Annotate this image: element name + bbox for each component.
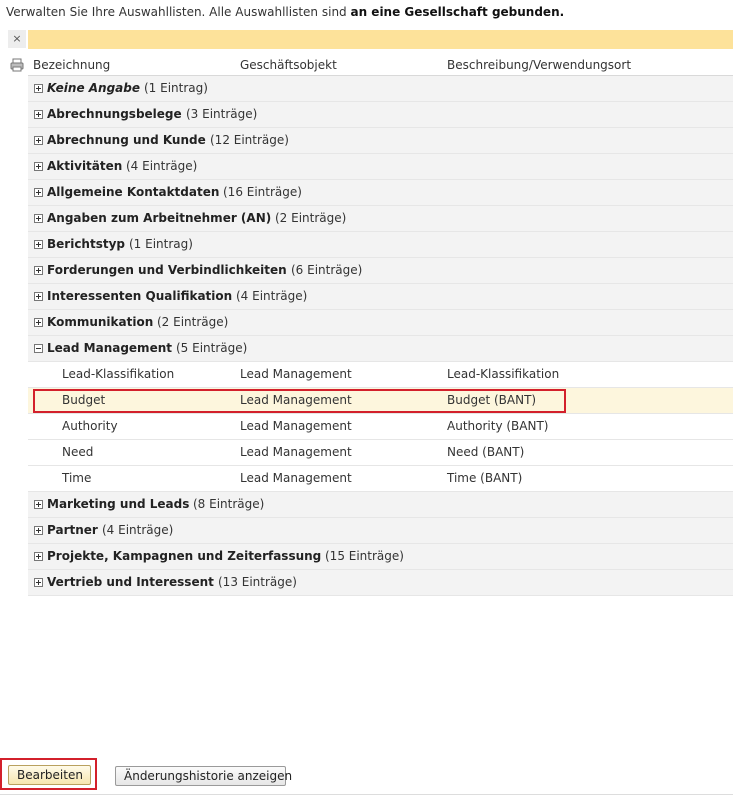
- group-name: Keine Angabe: [47, 81, 140, 95]
- table-header: Bezeichnung Geschäftsobjekt Beschreibung…: [28, 54, 733, 76]
- cell-beschreibung: Lead-Klassifikation: [447, 367, 560, 381]
- group-row[interactable]: Abrechnung und Kunde (12 Einträge): [28, 128, 733, 154]
- expand-icon[interactable]: [34, 266, 43, 275]
- group-count: (3 Einträge): [186, 107, 258, 121]
- cell-objekt: Lead Management: [240, 471, 352, 485]
- group-row[interactable]: Kommunikation (2 Einträge): [28, 310, 733, 336]
- selection-lists-table: Bezeichnung Geschäftsobjekt Beschreibung…: [28, 54, 733, 596]
- group-name: Abrechnung und Kunde: [47, 133, 206, 147]
- header-bezeichnung[interactable]: Bezeichnung: [33, 58, 110, 72]
- group-name: Aktivitäten: [47, 159, 123, 173]
- cell-objekt: Lead Management: [240, 367, 352, 381]
- group-row[interactable]: Marketing und Leads (8 Einträge): [28, 492, 733, 518]
- group-count: (1 Eintrag): [129, 237, 193, 251]
- expand-icon[interactable]: [34, 578, 43, 587]
- group-row[interactable]: Aktivitäten (4 Einträge): [28, 154, 733, 180]
- group-row[interactable]: Forderungen und Verbindlichkeiten (6 Eint…: [28, 258, 733, 284]
- cell-objekt: Lead Management: [240, 445, 352, 459]
- expand-icon[interactable]: [34, 318, 43, 327]
- group-name: Abrechnungsbelege: [47, 107, 182, 121]
- cell-objekt: Lead Management: [240, 419, 352, 433]
- cell-beschreibung: Budget (BANT): [447, 393, 537, 407]
- group-name: Vertrieb und Interessent: [47, 575, 214, 589]
- group-name: Kommunikation: [47, 315, 154, 329]
- divider: [0, 794, 733, 795]
- table-row-selected[interactable]: Budget Lead Management Budget (BANT): [28, 388, 733, 414]
- table-row[interactable]: Lead-Klassifikation Lead Management Lead…: [28, 362, 733, 388]
- group-count: (4 Einträge): [126, 159, 198, 173]
- group-count: (16 Einträge): [223, 185, 302, 199]
- group-row[interactable]: Projekte, Kampagnen und Zeiterfassung (15…: [28, 544, 733, 570]
- group-count: (8 Einträge): [193, 497, 265, 511]
- group-name: Allgemeine Kontaktdaten: [47, 185, 220, 199]
- intro-text-normal: Verwalten Sie Ihre Auswahllisten. Alle A…: [6, 5, 351, 19]
- header-beschreibung[interactable]: Beschreibung/Verwendungsort: [447, 58, 631, 72]
- group-row[interactable]: Allgemeine Kontaktdaten (16 Einträge): [28, 180, 733, 206]
- intro-text-bold: an eine Gesellschaft gebunden.: [350, 5, 565, 19]
- cell-beschreibung: Need (BANT): [447, 445, 525, 459]
- group-name: Angaben zum Arbeitnehmer (AN): [47, 211, 272, 225]
- collapse-icon[interactable]: [34, 344, 43, 353]
- edit-button[interactable]: Bearbeiten: [8, 765, 91, 785]
- group-count: (1 Eintrag): [144, 81, 208, 95]
- group-name: Interessenten Qualifikation: [47, 289, 233, 303]
- cell-beschreibung: Time (BANT): [447, 471, 523, 485]
- cell-bezeichnung: Time: [62, 471, 92, 485]
- expand-icon[interactable]: [34, 240, 43, 249]
- cell-objekt: Lead Management: [240, 393, 352, 407]
- message-bar: [28, 30, 733, 49]
- show-history-button[interactable]: Änderungshistorie anzeigen: [115, 766, 292, 786]
- cell-bezeichnung: Need: [62, 445, 94, 459]
- expand-icon[interactable]: [34, 552, 43, 561]
- group-count: (4 Einträge): [102, 523, 174, 537]
- cell-bezeichnung: Authority: [62, 419, 118, 433]
- group-name: Partner: [47, 523, 98, 537]
- expand-icon[interactable]: [34, 136, 43, 145]
- group-count: (13 Einträge): [218, 575, 297, 589]
- cell-beschreibung: Authority (BANT): [447, 419, 549, 433]
- group-count: (6 Einträge): [291, 263, 363, 277]
- table-row[interactable]: Authority Lead Management Authority (BAN…: [28, 414, 733, 440]
- expand-icon[interactable]: [34, 188, 43, 197]
- group-row[interactable]: Angaben zum Arbeitnehmer (AN) (2 Einträge…: [28, 206, 733, 232]
- group-count: (2 Einträge): [275, 211, 347, 225]
- group-name: Forderungen und Verbindlichkeiten: [47, 263, 287, 277]
- table-row[interactable]: Need Lead Management Need (BANT): [28, 440, 733, 466]
- group-name: Marketing und Leads: [47, 497, 190, 511]
- group-count: (4 Einträge): [236, 289, 308, 303]
- intro-text: Verwalten Sie Ihre Auswahllisten. Alle A…: [6, 5, 564, 19]
- expand-icon[interactable]: [34, 84, 43, 93]
- group-row-lead-management[interactable]: Lead Management (5 Einträge): [28, 336, 733, 362]
- header-geschaeftsobjekt[interactable]: Geschäftsobjekt: [240, 58, 337, 72]
- group-name: Projekte, Kampagnen und Zeiterfassung: [47, 549, 322, 563]
- close-icon[interactable]: ×: [8, 30, 26, 48]
- group-row[interactable]: Keine Angabe (1 Eintrag): [28, 76, 733, 102]
- group-name: Lead Management: [47, 341, 172, 355]
- expand-icon[interactable]: [34, 110, 43, 119]
- printer-icon[interactable]: [8, 56, 26, 74]
- expand-icon[interactable]: [34, 214, 43, 223]
- cell-bezeichnung: Budget: [62, 393, 106, 407]
- expand-icon[interactable]: [34, 292, 43, 301]
- table-row[interactable]: Time Lead Management Time (BANT): [28, 466, 733, 492]
- group-row[interactable]: Interessenten Qualifikation (4 Einträge): [28, 284, 733, 310]
- group-count: (15 Einträge): [325, 549, 404, 563]
- group-row[interactable]: Partner (4 Einträge): [28, 518, 733, 544]
- cell-bezeichnung: Lead-Klassifikation: [62, 367, 175, 381]
- group-count: (5 Einträge): [176, 341, 248, 355]
- expand-icon[interactable]: [34, 526, 43, 535]
- group-row[interactable]: Vertrieb und Interessent (13 Einträge): [28, 570, 733, 596]
- group-count: (2 Einträge): [157, 315, 229, 329]
- group-row[interactable]: Abrechnungsbelege (3 Einträge): [28, 102, 733, 128]
- expand-icon[interactable]: [34, 162, 43, 171]
- expand-icon[interactable]: [34, 500, 43, 509]
- group-count: (12 Einträge): [210, 133, 289, 147]
- group-row[interactable]: Berichtstyp (1 Eintrag): [28, 232, 733, 258]
- group-name: Berichtstyp: [47, 237, 125, 251]
